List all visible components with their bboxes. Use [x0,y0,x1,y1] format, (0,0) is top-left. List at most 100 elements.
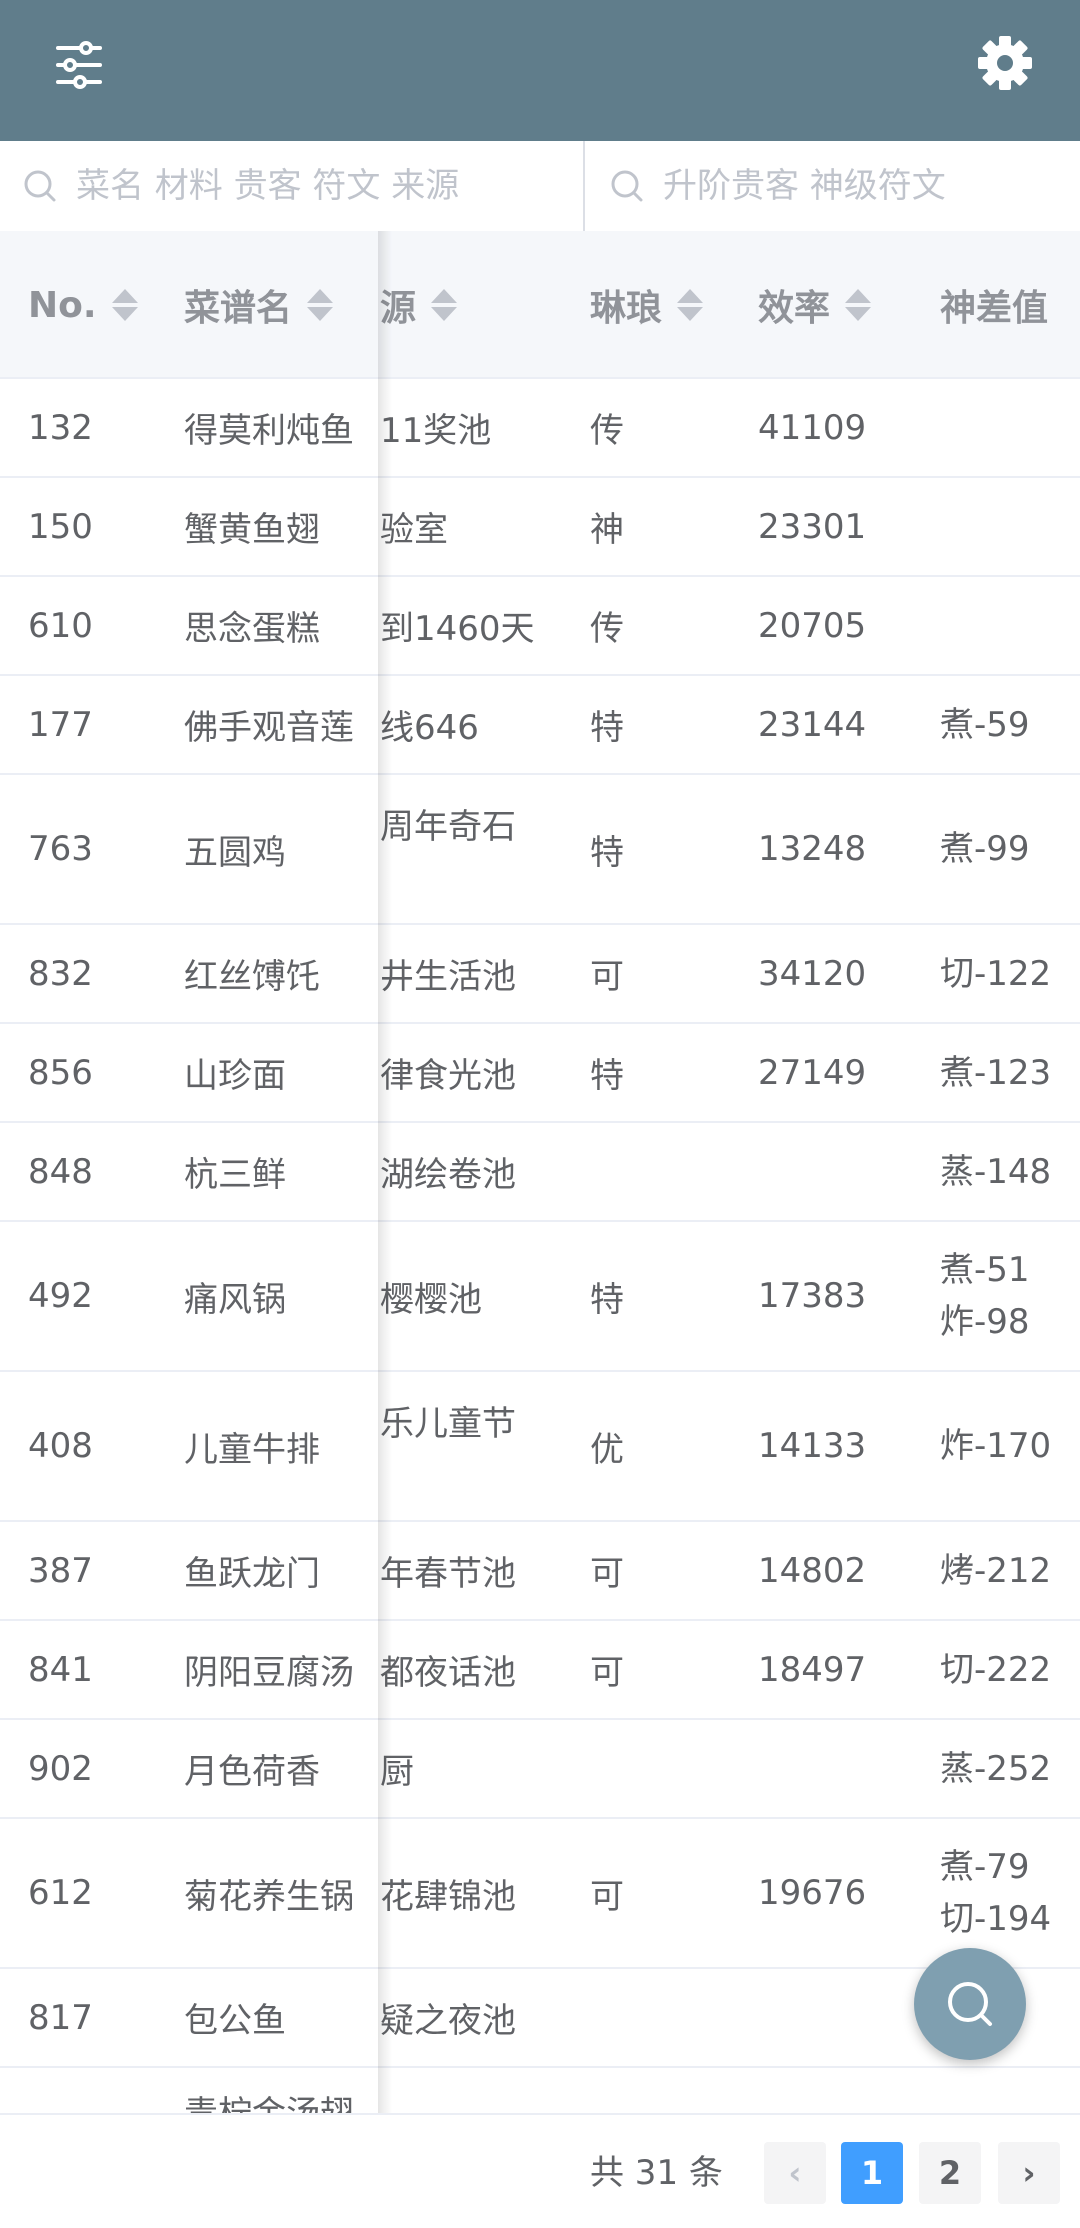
page-2-button[interactable]: 2 [919,2142,981,2204]
table-row[interactable]: 177 佛手观音莲 线646 特 23144 煮-59 [0,676,1080,775]
cell-source: 验室 [380,510,448,550]
cell-no: 610 [28,605,93,646]
god-diff-value: 炸-98 [940,1302,1030,1342]
cell-rarity [590,1969,740,2066]
filter-settings-button[interactable] [48,34,110,96]
table-row[interactable]: 132 得莫利炖鱼 11奖池 传 41109 [0,379,1080,478]
cell-god-diff: 蒸-148 [940,1123,1080,1220]
recipe-table: No. 菜谱名 源 琳琅 效率 神差值 132 得莫利炖鱼 11奖池传 41109 15… [0,231,1080,2113]
cell-efficiency: 14133 [758,1426,867,1466]
cell-source: 线646 [380,708,479,748]
table-row[interactable]: 612 菊花养生锅 花肆锦池 可 19676 煮-79 切-194 [0,1819,1080,1969]
cell-name: 得莫利炖鱼 [184,411,354,451]
cell-rarity: 特 [590,708,624,748]
table-row[interactable]: 856 山珍面 律食光池 特 27149 煮-123 [0,1024,1080,1123]
pagination: 共 31 条 ‹ 1 2 › [0,2113,1080,2228]
header-efficiency-label: 效率 [758,288,831,329]
header-no[interactable]: No. [28,231,168,379]
floating-search-button[interactable] [914,1948,1026,2060]
table-row[interactable]: 841 阴阳豆腐汤 都夜话池 可 18497 切-222 [0,1621,1080,1720]
header-name[interactable]: 菜谱名 [184,231,380,379]
cell-no: 150 [28,506,93,547]
header-god-diff[interactable]: 神差值 [940,231,1080,379]
cell-name: 思念蛋糕 [184,609,320,649]
cell-no [28,2068,168,2113]
table-row[interactable]: 610 思念蛋糕 到1460天 传 20705 [0,577,1080,676]
table-row[interactable]: 832 红丝馎饦 井生活池 可 34120 切-122 [0,925,1080,1024]
cell-source: 11奖池 [380,411,492,451]
cell-efficiency: 34120 [758,953,867,994]
header-name-label: 菜谱名 [184,288,293,329]
cell-source: 都夜话池 [380,1653,516,1693]
cell-name: 青柠金汤翅 [184,2068,380,2113]
prev-page-button[interactable]: ‹ [764,2142,826,2204]
page-1-button[interactable]: 1 [841,2142,903,2204]
cell-name: 山珍面 [184,1056,286,1096]
cell-source: 乐儿童节 [380,1404,516,1444]
table-row[interactable]: 848 杭三鲜 湖绘卷池 蒸-148 [0,1123,1080,1222]
cell-rarity: 特 [590,832,624,873]
cell-no: 132 [28,407,93,448]
cell-god-diff: 煮-99 [940,775,1080,923]
cell-efficiency: 23144 [758,704,867,745]
settings-button[interactable] [974,32,1036,94]
god-diff-value: 蒸-252 [940,1748,1052,1789]
cell-rarity: 特 [590,1056,624,1096]
table-row[interactable]: 青柠金汤翅 [0,2068,1080,2113]
cell-name: 杭三鲜 [184,1155,286,1195]
sort-icon[interactable] [111,285,139,325]
table-row[interactable]: 763 五圆鸡 周年奇石特 13248 煮-99 [0,775,1080,925]
cell-no: 902 [28,1748,93,1789]
cell-source: 井生活池 [380,957,516,997]
search-icon [611,170,643,202]
cell-name: 佛手观音莲 [184,708,354,748]
sort-icon[interactable] [844,285,872,325]
cell-no: 177 [28,704,93,745]
cell-no: 408 [28,1426,93,1466]
cell-god-diff [940,577,1080,674]
cell-no: 841 [28,1649,93,1690]
next-page-button[interactable]: › [998,2142,1060,2204]
cell-rarity [590,2068,740,2113]
recipe-search-input[interactable] [76,166,583,206]
cell-name: 红丝馎饦 [184,957,320,997]
recipe-search-field [0,141,585,231]
cell-source: 厨 [380,1752,414,1792]
god-diff-value: 烤-212 [940,1550,1052,1591]
cell-efficiency [758,1123,928,1220]
cell-source [380,2068,580,2113]
search-icon [948,1982,992,2026]
table-row[interactable]: 902 月色荷香 厨 蒸-252 [0,1720,1080,1819]
cell-god-diff [940,478,1080,575]
sort-icon[interactable] [306,285,334,325]
cell-efficiency: 14802 [758,1550,867,1591]
god-diff-value: 切-222 [940,1649,1052,1690]
header-rarity[interactable]: 琳琅 [590,231,740,379]
sort-icon[interactable] [676,285,704,325]
cell-efficiency: 18497 [758,1649,867,1690]
cell-efficiency [758,1720,928,1817]
table-row[interactable]: 387 鱼跃龙门 年春节池 可 14802 烤-212 [0,1522,1080,1621]
cell-rarity [590,1720,740,1817]
cell-god-diff: 煮-79 切-194 [940,1819,1080,1967]
cell-efficiency: 13248 [758,829,867,869]
cell-source: 年春节池 [380,1554,516,1594]
page-number: 1 [860,2154,884,2192]
cell-source: 湖绘卷池 [380,1155,516,1195]
cell-rarity: 可 [590,1653,624,1693]
page-number: 2 [938,2154,962,2192]
table-row[interactable]: 492 痛风锅 樱樱池 特 17383 煮-51 炸-98 [0,1222,1080,1372]
cell-no: 832 [28,953,93,994]
cell-efficiency [758,1969,928,2066]
cell-no: 492 [28,1276,93,1316]
table-row[interactable]: 408 儿童牛排 乐儿童节优 14133 炸-170 [0,1372,1080,1522]
guest-rune-search-input[interactable] [663,166,1080,206]
header-efficiency[interactable]: 效率 [758,231,928,379]
cell-source: 樱樱池 [380,1279,482,1320]
cell-name: 月色荷香 [184,1752,320,1792]
cell-source: 律食光池 [380,1056,516,1096]
cell-god-diff [940,2068,1080,2113]
sort-icon[interactable] [430,285,458,325]
header-source[interactable]: 源 [380,231,580,379]
table-row[interactable]: 150 蟹黄鱼翅 验室 神 23301 [0,478,1080,577]
